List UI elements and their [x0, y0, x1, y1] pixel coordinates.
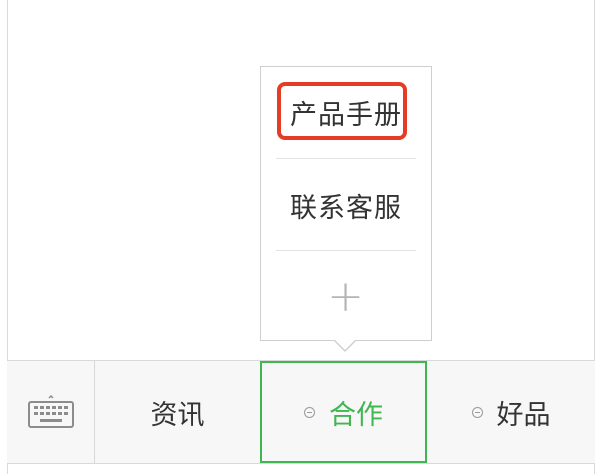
submenu-popup: 产品手册 联系客服 +: [260, 66, 432, 341]
menu-item-cooperation[interactable]: 合作: [260, 361, 427, 463]
submenu-item-label: 产品手册: [290, 100, 402, 131]
menu-item-products[interactable]: 好品: [427, 361, 595, 463]
bottom-menu-bar: 资讯 合作 好品: [7, 360, 595, 464]
submenu-indicator-icon: [304, 406, 315, 418]
popup-arrow-fill: [334, 339, 356, 350]
submenu-divider: [276, 250, 416, 251]
menu-item-label: 好品: [496, 399, 551, 431]
plus-icon: +: [327, 270, 365, 322]
submenu-item-label: 联系客服: [290, 192, 402, 224]
submenu-item-contact-support[interactable]: 联系客服: [276, 160, 416, 250]
submenu-item-product-manual[interactable]: 产品手册: [276, 67, 416, 158]
keyboard-icon: [27, 394, 74, 428]
submenu-divider: [276, 158, 416, 159]
keyboard-toggle-button[interactable]: [7, 361, 95, 463]
menu-item-label: 资讯: [150, 399, 205, 431]
menu-item-label: 合作: [329, 399, 383, 431]
add-menu-item-button[interactable]: +: [276, 252, 416, 340]
submenu-indicator-icon: [471, 406, 483, 418]
menu-item-news[interactable]: 资讯: [95, 361, 260, 463]
